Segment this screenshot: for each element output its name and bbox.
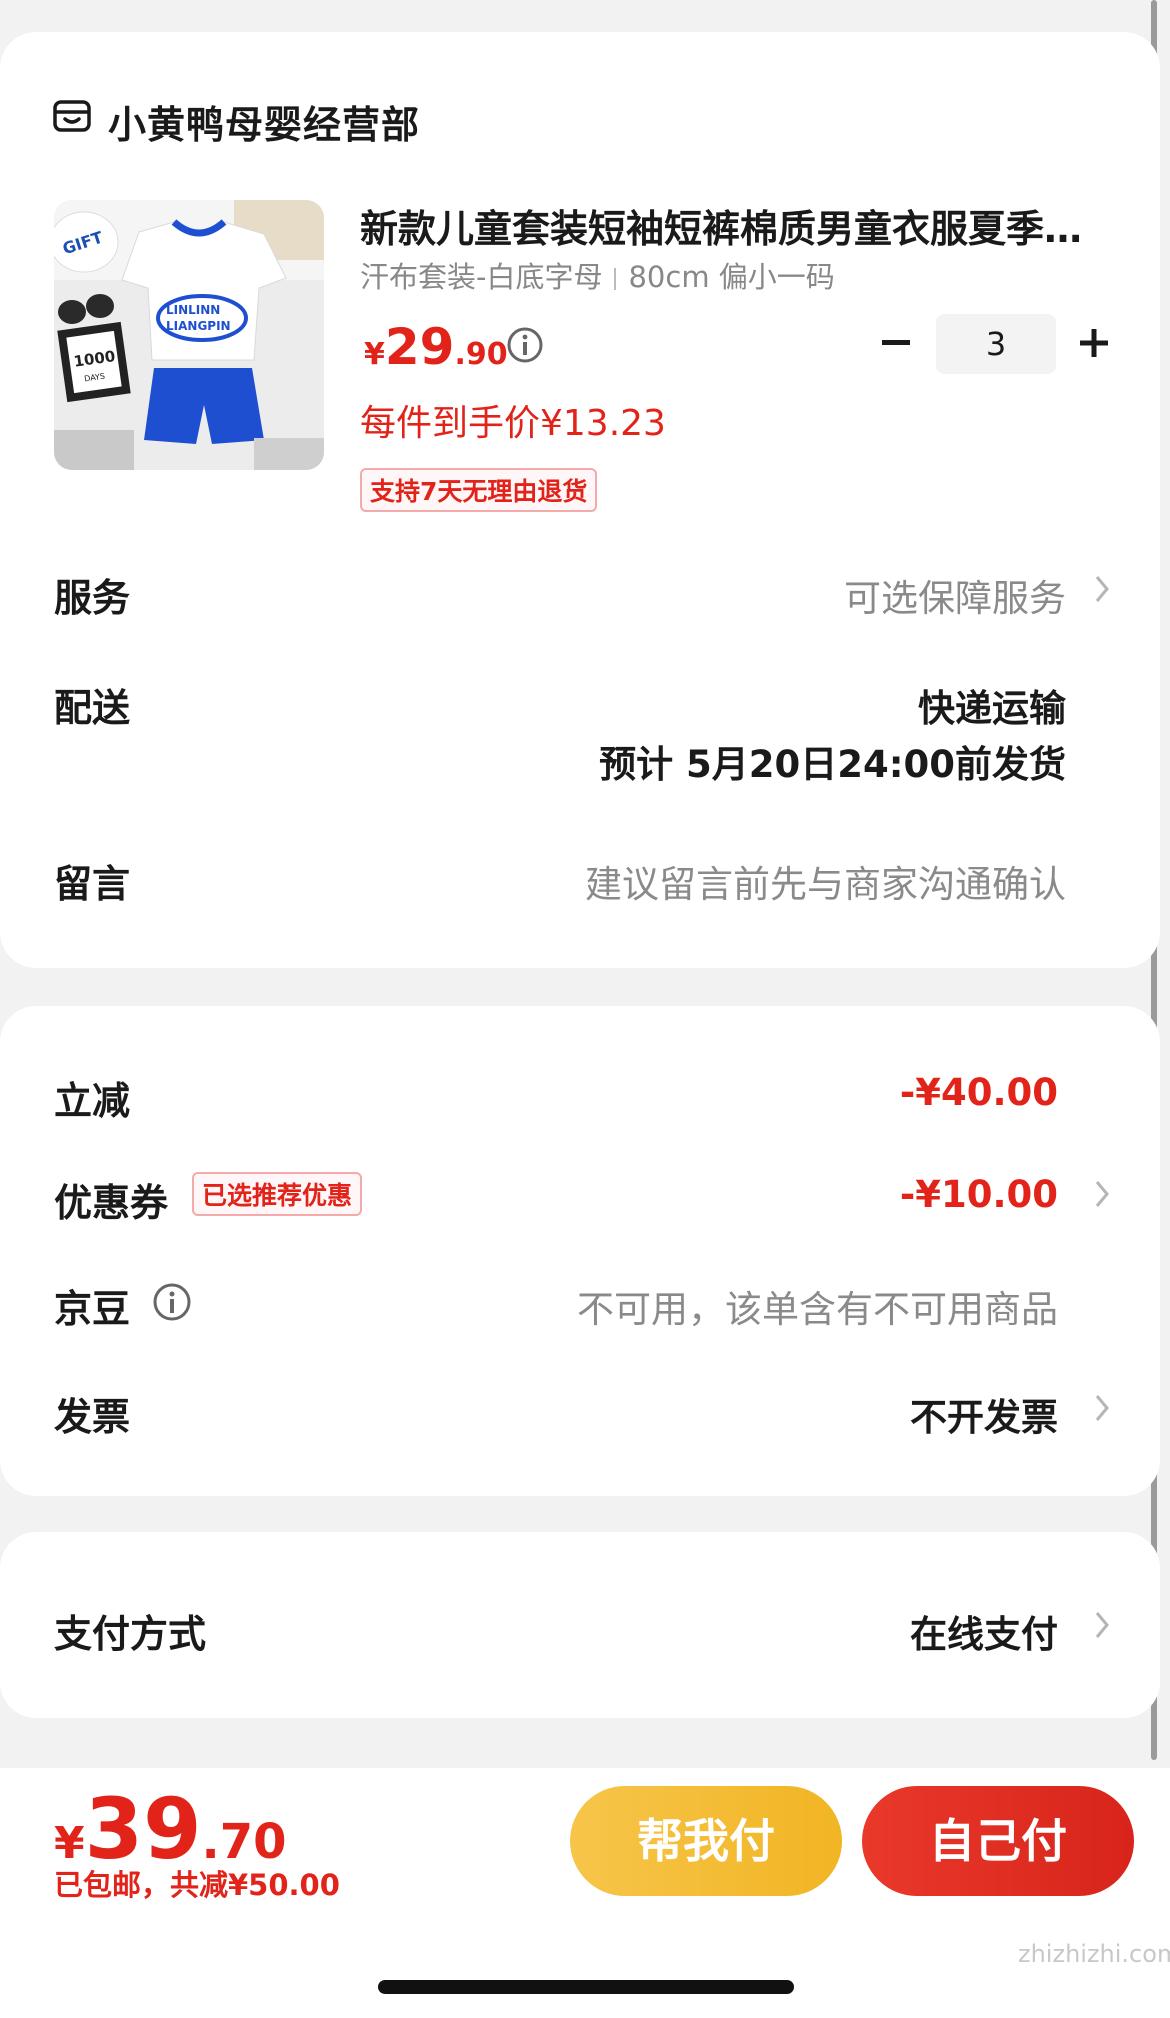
coupon-recommended-badge: 已选推荐优惠 [192,1172,363,1216]
product-title[interactable]: 新款儿童套装短袖短裤棉质男童衣服夏季… [360,198,1120,253]
product-spec[interactable]: 汗布套装-白底字母 80cm 偏小一码 [360,254,835,296]
discount-value: -¥40.00 [899,1071,1058,1114]
return-policy-badge: 支持7天无理由退货 [360,468,598,512]
jingdou-label: 京豆 [54,1287,131,1331]
price-currency: ¥ [364,337,385,372]
message-label: 留言 [54,862,131,906]
delivery-label: 配送 [54,686,131,730]
service-chevron-icon[interactable] [1092,572,1112,606]
invoice-value[interactable]: 不开发票 [910,1387,1058,1441]
brand-text-1: LINLINN [166,303,220,317]
discount-label: 立减 [54,1079,131,1123]
payment-value[interactable]: 在线支付 [910,1604,1058,1658]
total-summary[interactable]: 已包邮，共减¥50.00 [54,1862,340,1904]
delivery-method[interactable]: 快递运输 [918,678,1066,732]
home-indicator[interactable] [378,1980,794,1994]
minus-icon[interactable] [878,325,914,361]
quantity-input[interactable]: 3 [936,314,1056,374]
jingdou-value: 不可用，该单含有不可用商品 [577,1288,1058,1331]
spec-divider [614,268,617,290]
invoice-chevron-icon[interactable] [1092,1391,1112,1425]
brand-text-2: LIANGPIN [166,319,231,333]
price-decimal: .90 [454,337,508,372]
unit-price: 每件到手价¥13.23 [360,403,666,444]
service-label: 服务 [54,576,131,620]
plus-icon[interactable] [1076,325,1112,361]
service-value[interactable]: 可选保障服务 [844,568,1066,622]
self-pay-button[interactable]: 自己付 [862,1786,1134,1896]
delivery-eta: 预计 5月20日24:00前发货 [599,743,1066,786]
coupon-label: 优惠券 [54,1181,169,1225]
message-input[interactable]: 建议留言前先与商家沟通确认 [585,854,1066,908]
coupon-chevron-icon[interactable] [1092,1177,1112,1211]
coupon-value[interactable]: -¥10.00 [900,1173,1058,1216]
invoice-label: 发票 [54,1395,131,1439]
price-info-icon[interactable] [506,326,544,364]
spec-style: 汗布套装-白底字母 [360,260,603,294]
product-price: ¥29.90 [364,318,508,376]
payment-chevron-icon[interactable] [1092,1608,1112,1642]
product-image[interactable]: GIFT LINLINN LIANGPIN 1000 DAYS [54,200,324,470]
payment-label: 支付方式 [54,1612,207,1656]
price-integer: 29 [384,318,455,376]
watermark: zhizhizhi.com [1018,1940,1170,1968]
spec-size: 80cm 偏小一码 [628,260,835,294]
shop-name[interactable]: 小黄鸭母婴经营部 [108,94,420,149]
jingdou-info-icon[interactable] [152,1282,192,1322]
shop-icon [53,100,91,132]
help-pay-button[interactable]: 帮我付 [570,1786,842,1896]
